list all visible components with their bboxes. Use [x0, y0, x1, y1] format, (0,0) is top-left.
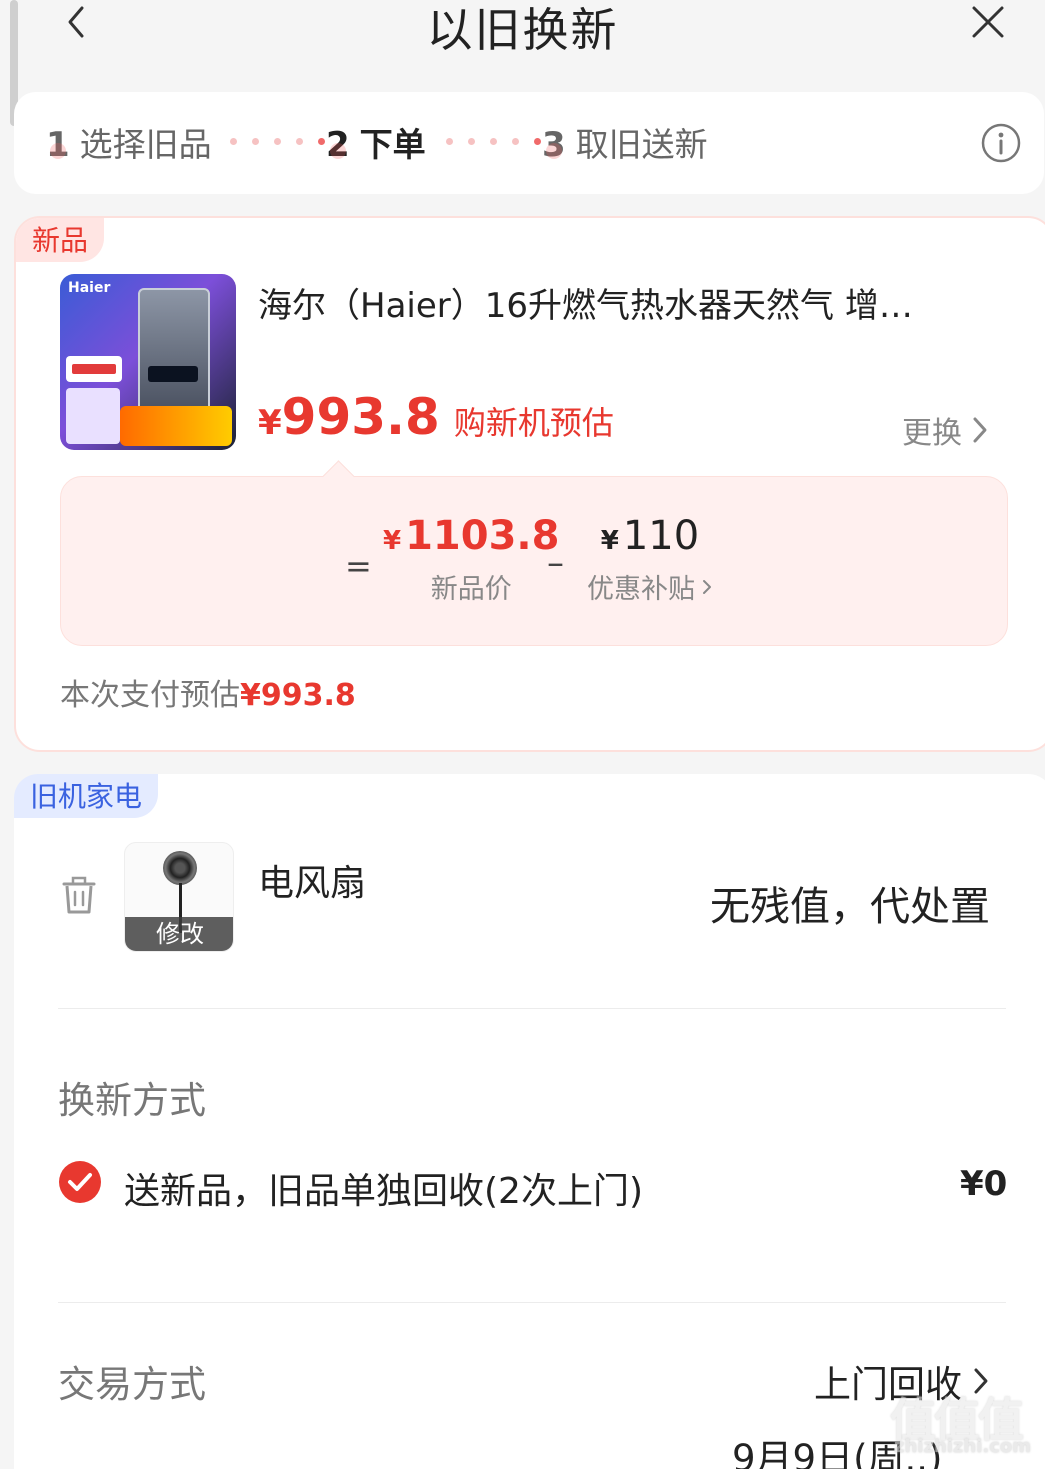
step-number: 2	[326, 125, 350, 165]
old-appliance-tag: 旧机家电	[14, 774, 159, 818]
new-price-item: ¥ 1103.8 新品价	[383, 513, 559, 606]
product-price: ¥ 993.8 购新机预估	[258, 388, 614, 446]
chevron-right-icon	[703, 579, 711, 594]
product-title[interactable]: 海尔（Haier）16升燃气热水器天然气 增…	[258, 278, 998, 327]
info-icon[interactable]	[980, 122, 1022, 164]
payment-estimate-value: ¥993.8	[240, 678, 356, 713]
exchange-method-option[interactable]: 送新品，旧品单独回收(2次上门)	[124, 1162, 643, 1214]
step-number: 3	[542, 125, 566, 165]
image-price-badge	[66, 356, 122, 382]
progress-steps: 1 选择旧品 2 下单 3 取旧送新	[14, 92, 1044, 194]
brand-logo: Haier	[68, 280, 111, 296]
step-label: 下单	[359, 125, 426, 164]
step-number: 1	[46, 125, 70, 165]
exchange-method-price: ¥0	[960, 1164, 1008, 1204]
watermark-url: zhizhizhi.com	[894, 1436, 1032, 1457]
subsidy-label: 优惠补贴	[587, 574, 695, 605]
image-promo-banner	[120, 406, 232, 446]
subsidy-symbol: ¥	[600, 526, 619, 556]
step-connector	[230, 138, 325, 145]
close-icon[interactable]	[968, 2, 1008, 42]
old-product-image[interactable]: 修改	[124, 842, 234, 952]
image-promo-strip	[66, 388, 120, 444]
product-image[interactable]: Haier	[60, 274, 236, 450]
step-label: 取旧送新	[575, 125, 708, 164]
new-product-card: 新品 Haier 海尔（Haier）16升燃气热水器天然气 增… ¥ 993.8…	[14, 216, 1045, 752]
fan-illustration	[163, 851, 197, 885]
edit-old-product-button[interactable]: 修改	[125, 917, 233, 951]
minus-sign: –	[547, 543, 564, 583]
page-title: 以旧换新	[426, 3, 619, 57]
trade-method-title: 交易方式	[58, 1363, 206, 1406]
step-1: 1 选择旧品	[46, 118, 212, 166]
old-appliance-card: 旧机家电 修改 电风扇 无残值，代处置 换新方式 送新品，旧品单独回收(2次上门…	[14, 774, 1045, 1469]
old-product-value: 无残值，代处置	[710, 884, 990, 930]
new-price-label: 新品价	[430, 574, 512, 605]
divider	[58, 1302, 1006, 1303]
exchange-method-title: 换新方式	[58, 1079, 206, 1122]
price-note: 购新机预估	[453, 404, 614, 442]
new-product-tag: 新品	[16, 218, 105, 262]
step-label: 选择旧品	[79, 125, 212, 164]
divider	[58, 1008, 1006, 1009]
price-amount: 993.8	[281, 388, 440, 446]
payment-estimate-label: 本次支付预估	[60, 678, 240, 713]
change-label: 更换	[902, 416, 962, 451]
new-price-symbol: ¥	[383, 526, 402, 556]
top-bar: 以旧换新	[0, 0, 1045, 86]
old-product-name: 电风扇	[258, 863, 367, 904]
subsidy-item[interactable]: ¥ 110 优惠补贴	[587, 513, 713, 606]
check-circle-icon[interactable]	[58, 1160, 102, 1204]
equals-sign: =	[345, 547, 372, 585]
payment-estimate: 本次支付预估 ¥993.8	[60, 670, 356, 714]
step-3: 3 取旧送新	[542, 118, 708, 166]
heater-display	[148, 366, 198, 382]
heater-illustration	[138, 288, 210, 414]
chevron-right-icon	[973, 417, 987, 443]
price-breakdown: = ¥ 1103.8 新品价 – ¥ 110 优惠补贴	[60, 476, 1008, 646]
change-product-button[interactable]: 更换	[902, 408, 990, 452]
price-symbol: ¥	[258, 403, 282, 443]
step-2: 2 下单	[326, 118, 426, 166]
step-connector	[446, 138, 541, 145]
watermark: 值值值 zhizhizhi.com	[890, 1384, 1040, 1464]
subsidy-value: 110	[622, 513, 700, 559]
new-price-value: 1103.8	[405, 513, 560, 559]
trash-icon[interactable]	[58, 874, 100, 916]
